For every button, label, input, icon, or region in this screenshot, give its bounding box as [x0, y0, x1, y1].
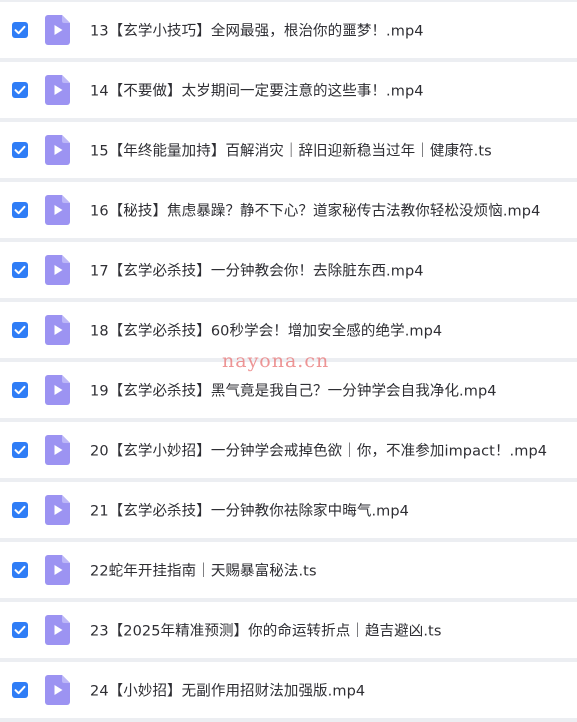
checkbox-checked[interactable]	[12, 142, 28, 158]
file-row[interactable]: 14【不要做】太岁期间一定要注意的这些事！.mp4	[0, 62, 577, 118]
checkbox-checked[interactable]	[12, 622, 28, 638]
video-file-icon	[45, 15, 70, 45]
file-name[interactable]: 20【玄学小妙招】一分钟学会戒掉色欲｜你，不准参加impact！.mp4	[90, 440, 547, 461]
checkbox-checked[interactable]	[12, 502, 28, 518]
file-name[interactable]: 23【2025年精准预测】你的命运转折点｜趋吉避凶.ts	[90, 620, 442, 641]
file-name[interactable]: 15【年终能量加持】百解消灾｜辞旧迎新稳当过年｜健康符.ts	[90, 140, 492, 161]
file-row[interactable]: 19【玄学必杀技】黑气竟是我自己？一分钟学会自我净化.mp4	[0, 362, 577, 418]
file-name[interactable]: 22蛇年开挂指南｜天赐暴富秘法.ts	[90, 560, 317, 581]
file-row[interactable]: 18【玄学必杀技】60秒学会！增加安全感的绝学.mp4	[0, 302, 577, 358]
file-row[interactable]: 21【玄学必杀技】一分钟教你祛除家中晦气.mp4	[0, 482, 577, 538]
checkbox-checked[interactable]	[12, 682, 28, 698]
video-file-icon	[45, 555, 70, 585]
file-name[interactable]: 16【秘技】焦虑暴躁？静不下心？道家秘传古法教你轻松没烦恼.mp4	[90, 200, 540, 221]
file-row[interactable]: 15【年终能量加持】百解消灾｜辞旧迎新稳当过年｜健康符.ts	[0, 122, 577, 178]
file-name[interactable]: 13【玄学小技巧】全网最强，根治你的噩梦！.mp4	[90, 20, 424, 41]
video-file-icon	[45, 375, 70, 405]
checkbox-checked[interactable]	[12, 82, 28, 98]
video-file-icon	[45, 135, 70, 165]
checkbox-checked[interactable]	[12, 382, 28, 398]
file-name[interactable]: 24【小妙招】无副作用招财法加强版.mp4	[90, 680, 365, 701]
checkbox-checked[interactable]	[12, 442, 28, 458]
video-file-icon	[45, 675, 70, 705]
file-row[interactable]: 17【玄学必杀技】一分钟教会你！去除脏东西.mp4	[0, 242, 577, 298]
video-file-icon	[45, 615, 70, 645]
file-name[interactable]: 19【玄学必杀技】黑气竟是我自己？一分钟学会自我净化.mp4	[90, 380, 497, 401]
file-row[interactable]: 23【2025年精准预测】你的命运转折点｜趋吉避凶.ts	[0, 602, 577, 658]
checkbox-checked[interactable]	[12, 322, 28, 338]
checkbox-checked[interactable]	[12, 262, 28, 278]
file-name[interactable]: 21【玄学必杀技】一分钟教你祛除家中晦气.mp4	[90, 500, 409, 521]
checkbox-checked[interactable]	[12, 562, 28, 578]
file-row[interactable]: 24【小妙招】无副作用招财法加强版.mp4	[0, 662, 577, 718]
file-row[interactable]: 20【玄学小妙招】一分钟学会戒掉色欲｜你，不准参加impact！.mp4	[0, 422, 577, 478]
video-file-icon	[45, 315, 70, 345]
video-file-icon	[45, 255, 70, 285]
file-name[interactable]: 18【玄学必杀技】60秒学会！增加安全感的绝学.mp4	[90, 320, 442, 341]
file-row[interactable]: 16【秘技】焦虑暴躁？静不下心？道家秘传古法教你轻松没烦恼.mp4	[0, 182, 577, 238]
file-name[interactable]: 14【不要做】太岁期间一定要注意的这些事！.mp4	[90, 80, 424, 101]
video-file-icon	[45, 75, 70, 105]
file-row[interactable]: 22蛇年开挂指南｜天赐暴富秘法.ts	[0, 542, 577, 598]
video-file-icon	[45, 195, 70, 225]
video-file-icon	[45, 435, 70, 465]
checkbox-checked[interactable]	[12, 202, 28, 218]
video-file-icon	[45, 495, 70, 525]
file-row[interactable]: 13【玄学小技巧】全网最强，根治你的噩梦！.mp4	[0, 2, 577, 58]
file-name[interactable]: 17【玄学必杀技】一分钟教会你！去除脏东西.mp4	[90, 260, 424, 281]
checkbox-checked[interactable]	[12, 22, 28, 38]
